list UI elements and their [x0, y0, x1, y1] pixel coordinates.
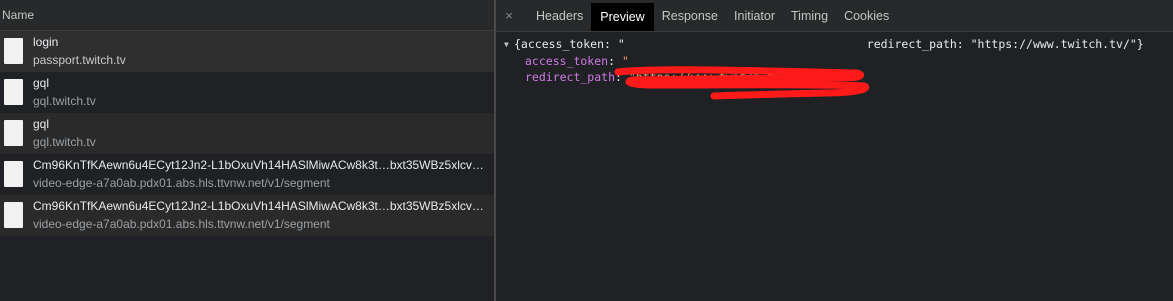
request-name: Cm96KnTfKAewn6u4ECyt12Jn2-L1bOxuVh14HASl…	[33, 158, 484, 172]
request-host: video-edge-a7a0ab.pdx01.abs.hls.ttvnw.ne…	[33, 217, 330, 231]
request-row-gql[interactable]: gql gql.twitch.tv	[0, 72, 494, 113]
request-row-segment[interactable]: Cm96KnTfKAewn6u4ECyt12Jn2-L1bOxuVh14HASl…	[0, 154, 494, 195]
tab-initiator[interactable]: Initiator	[726, 0, 783, 31]
document-icon	[4, 79, 23, 105]
request-host: gql.twitch.tv	[33, 94, 96, 108]
tab-cookies[interactable]: Cookies	[836, 0, 897, 31]
expand-triangle-icon[interactable]: ▼	[504, 37, 514, 53]
request-list-panel: Name login passport.twitch.tv gql gql.tw…	[0, 0, 494, 301]
request-name: gql	[33, 76, 50, 90]
request-name: gql	[33, 117, 50, 131]
request-host: video-edge-a7a0ab.pdx01.abs.hls.ttvnw.ne…	[33, 176, 330, 190]
json-preview: ▼ {access_token: " redirect_path: "https:/…	[496, 32, 1173, 100]
prop-key: access_token	[525, 54, 609, 68]
request-name: login	[33, 35, 59, 49]
request-row-login[interactable]: login passport.twitch.tv	[0, 31, 494, 72]
tab-preview[interactable]: Preview	[591, 3, 654, 31]
json-summary-line[interactable]: ▼ {access_token: " redirect_path: "https:/…	[504, 36, 1173, 53]
name-column-header[interactable]: Name	[0, 0, 494, 31]
request-host: passport.twitch.tv	[33, 53, 126, 67]
request-row-segment[interactable]: Cm96KnTfKAewn6u4ECyt12Jn2-L1bOxuVh14HASl…	[0, 195, 494, 236]
prop-key: redirect_path	[525, 70, 616, 84]
tab-response[interactable]: Response	[654, 0, 726, 31]
detail-tabbar: × Headers Preview Response Initiator Tim…	[496, 0, 1173, 32]
tab-timing[interactable]: Timing	[783, 0, 836, 31]
summary-open: {access_token: "	[514, 37, 625, 51]
document-icon	[4, 120, 23, 146]
tab-headers[interactable]: Headers	[528, 0, 591, 31]
document-icon	[4, 161, 23, 187]
request-row-gql[interactable]: gql gql.twitch.tv	[0, 113, 494, 154]
redaction-scribble	[614, 66, 869, 100]
document-icon	[4, 38, 23, 64]
request-name: Cm96KnTfKAewn6u4ECyt12Jn2-L1bOxuVh14HASl…	[33, 199, 484, 213]
request-host: gql.twitch.tv	[33, 135, 96, 149]
document-icon	[4, 202, 23, 228]
close-icon[interactable]: ×	[502, 0, 516, 31]
summary-redirect: redirect_path: "https://www.twitch.tv/"}	[866, 37, 1144, 51]
request-detail-panel: × Headers Preview Response Initiator Tim…	[496, 0, 1173, 301]
